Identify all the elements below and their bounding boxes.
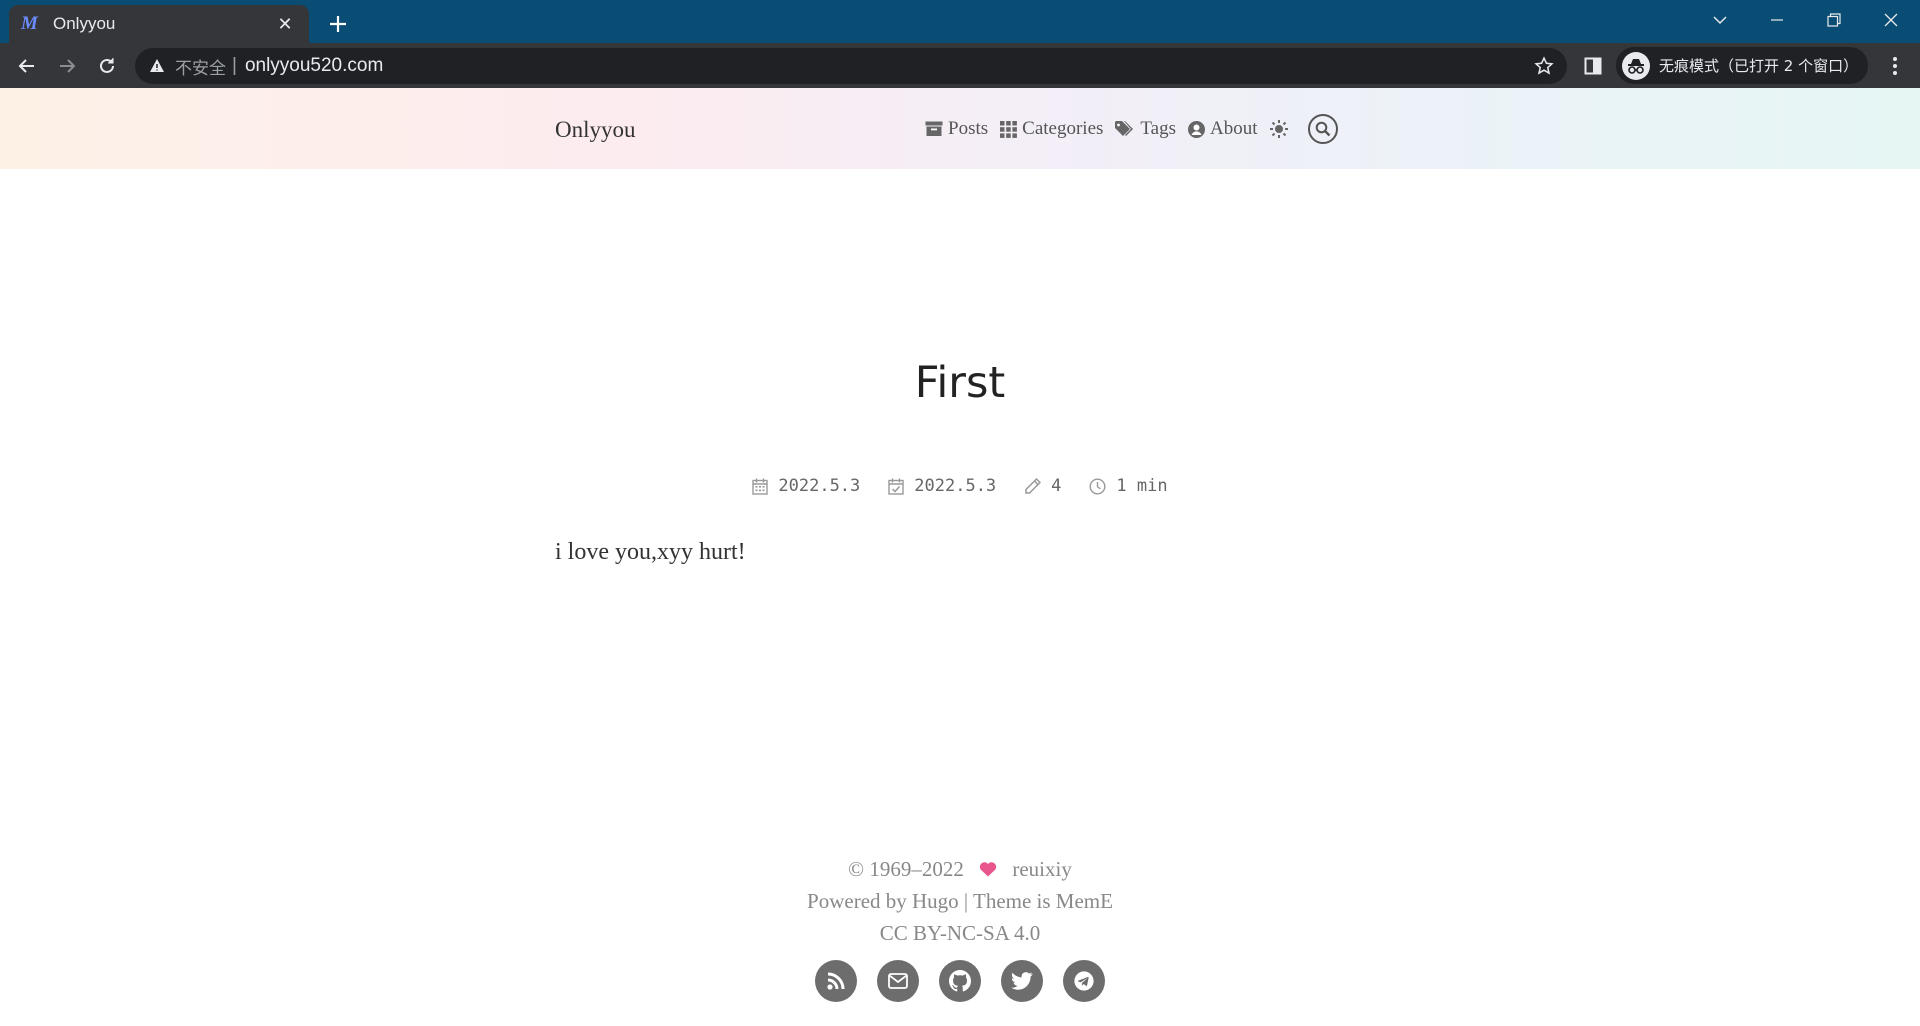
tab-search-button[interactable] [1692, 0, 1748, 40]
nav-label-tags: Tags [1140, 118, 1177, 139]
restore-icon [1827, 13, 1841, 27]
footer-author[interactable]: reuixiy [1012, 857, 1071, 881]
tags-icon [1115, 120, 1134, 136]
rss-link[interactable] [815, 960, 857, 1002]
clock-icon [1089, 477, 1106, 495]
twitter-link[interactable] [1001, 960, 1043, 1002]
star-icon [1534, 56, 1554, 75]
minimize-icon [1771, 19, 1783, 21]
browser-menu-button[interactable] [1878, 49, 1912, 83]
post-meta: 2022.5.3 2022.5.3 4 1 min [0, 476, 1920, 496]
plus-icon [330, 16, 346, 32]
updated-date: 2022.5.3 [914, 476, 997, 496]
url-text[interactable]: onlyyou520.com [245, 55, 383, 77]
social-links [0, 960, 1920, 1002]
grid-icon [1000, 120, 1018, 138]
omnibox-separator: | [232, 55, 237, 76]
nav-item-tags[interactable]: Tags [1115, 118, 1176, 140]
reload-button[interactable] [90, 49, 124, 83]
nav-label-about: About [1210, 118, 1258, 139]
calendar-check-icon [888, 478, 904, 495]
word-count: 4 [1051, 476, 1062, 496]
twitter-icon [1011, 972, 1033, 990]
rss-icon [827, 972, 845, 990]
nav-label-categories: Categories [1022, 118, 1104, 139]
address-bar[interactable]: 不安全 | onlyyou520.com [135, 48, 1567, 84]
browser-tabstrip: M Onlyyou ✕ [0, 0, 1920, 43]
footer-copyright-line: © 1969–2022 reuixiy [0, 853, 1920, 885]
archive-icon [925, 121, 943, 136]
meta-published: 2022.5.3 [752, 476, 860, 496]
side-panel-button[interactable] [1576, 49, 1610, 83]
post-title: First [914, 358, 1006, 408]
copyright-text: © 1969–2022 [848, 857, 964, 881]
site-header: Onlyyou Posts Categories Tags About [0, 88, 1920, 169]
sun-icon [1269, 120, 1288, 138]
telegram-link[interactable] [1063, 960, 1105, 1002]
security-label[interactable]: 不安全 [175, 54, 226, 79]
search-button[interactable] [1307, 114, 1338, 144]
footer-powered-by[interactable]: Powered by Hugo | Theme is MemE [0, 885, 1920, 917]
bookmark-star-button[interactable] [1531, 53, 1557, 79]
email-link[interactable] [877, 960, 919, 1002]
nav-label-posts: Posts [948, 118, 989, 139]
meta-reading-time: 1 min [1089, 476, 1168, 496]
post-body: i love you,xyy hurt! [555, 539, 746, 565]
new-tab-button[interactable] [322, 8, 354, 40]
back-button[interactable] [10, 49, 44, 83]
reload-icon [100, 58, 114, 73]
chevron-down-icon [1713, 16, 1727, 25]
user-circle-icon [1188, 120, 1206, 138]
reading-time: 1 min [1116, 476, 1168, 496]
github-link[interactable] [939, 960, 981, 1002]
arrow-right-icon [60, 59, 76, 73]
arrow-left-icon [18, 59, 34, 73]
minimize-button[interactable] [1749, 0, 1805, 40]
warning-icon[interactable] [149, 58, 165, 74]
site-nav: Posts Categories Tags About [925, 113, 1338, 145]
nav-item-categories[interactable]: Categories [1000, 118, 1103, 140]
meta-updated: 2022.5.3 [888, 476, 996, 496]
incognito-icon [1622, 51, 1650, 80]
published-date: 2022.5.3 [778, 476, 861, 496]
email-icon [888, 973, 908, 989]
restore-button[interactable] [1806, 0, 1862, 40]
side-panel-icon [1584, 57, 1602, 75]
theme-toggle-button[interactable] [1269, 120, 1288, 138]
kebab-menu-icon [1893, 57, 1897, 75]
pencil-icon [1025, 477, 1042, 494]
forward-button[interactable] [50, 49, 84, 83]
tab-close-icon[interactable]: ✕ [273, 12, 297, 36]
nav-item-posts[interactable]: Posts [925, 118, 988, 140]
close-window-button[interactable] [1863, 0, 1919, 40]
site-footer: © 1969–2022 reuixiy Powered by Hugo | Th… [0, 853, 1920, 949]
browser-toolbar: 不安全 | onlyyou520.com 无痕模式（已打开 2 个窗口） [0, 43, 1920, 88]
meta-word-count: 4 [1024, 476, 1061, 496]
github-icon [949, 970, 971, 992]
site-title[interactable]: Onlyyou [555, 117, 636, 143]
heart-icon [979, 857, 1002, 881]
tab-title: Onlyyou [53, 14, 116, 33]
footer-license[interactable]: CC BY-NC-SA 4.0 [0, 917, 1920, 949]
close-icon [1884, 13, 1898, 27]
calendar-icon [752, 478, 769, 495]
site-favicon-icon: M [21, 13, 38, 34]
search-icon [1315, 121, 1330, 137]
browser-tab[interactable]: M Onlyyou ✕ [9, 5, 309, 43]
nav-item-about[interactable]: About [1188, 118, 1258, 140]
incognito-label: 无痕模式（已打开 2 个窗口） [1659, 57, 1859, 75]
telegram-icon [1074, 971, 1094, 991]
incognito-indicator[interactable]: 无痕模式（已打开 2 个窗口） [1616, 47, 1868, 84]
